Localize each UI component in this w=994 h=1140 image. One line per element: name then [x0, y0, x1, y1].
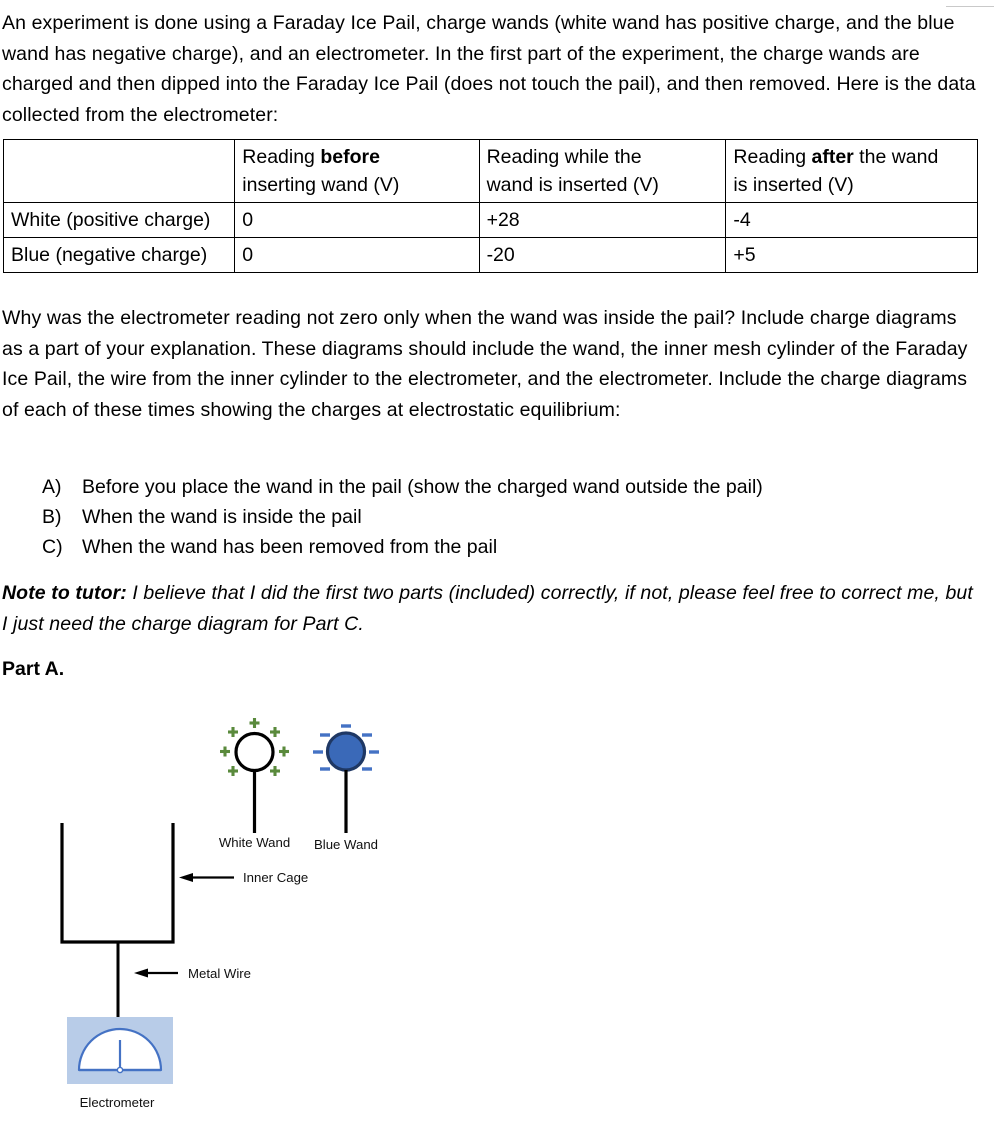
white-wand-bulb — [234, 731, 275, 773]
inner-cage-pail — [60, 823, 175, 944]
table-cell-row-label: White (positive charge) — [2, 202, 236, 238]
inner-cage-label: Inner Cage — [243, 870, 308, 885]
list-item-text: Before you place the wand in the pail (s… — [82, 476, 763, 498]
table-header-corner — [2, 139, 236, 203]
list-item-text: When the wand is inside the pail — [82, 506, 362, 528]
electrometer-needle-pivot — [116, 1066, 124, 1074]
note-to-tutor-text: I believe that I did the first two parts… — [2, 582, 973, 635]
note-to-tutor: Note to tutor: I believe that I did the … — [0, 578, 994, 639]
table-cell-during: -20 — [478, 237, 727, 273]
white-wand-group: White Wand — [219, 718, 290, 850]
table-row: White (positive charge) 0 +28 -4 — [2, 202, 978, 238]
parts-list: A) Before you place the wand in the pail… — [0, 472, 960, 562]
table-cell-after: +5 — [725, 237, 978, 273]
table-header-before-line2: inserting wand (V) — [242, 174, 400, 196]
inner-cage-arrow-head — [179, 873, 193, 882]
table-header-after-suffix: the wand — [853, 146, 939, 168]
table-header-after: Reading after the wand is inserted (V) — [725, 139, 978, 203]
list-item: C) When the wand has been removed from t… — [0, 532, 960, 562]
list-item: B) When the wand is inside the pail — [0, 502, 960, 532]
table-header-during: Reading while the wand is inserted (V) — [478, 139, 727, 203]
table-header-row: Reading before inserting wand (V) Readin… — [2, 139, 978, 203]
question-paragraph: Why was the electrometer reading not zer… — [2, 307, 968, 421]
table-header-after-line1: Reading after the wand — [733, 143, 970, 171]
inner-cage-callout: Inner Cage — [179, 870, 308, 885]
table-header-before: Reading before inserting wand (V) — [234, 139, 480, 203]
electrometer-readings-table: Reading before inserting wand (V) Readin… — [2, 139, 978, 273]
electrometer-group: Electrometer — [67, 1017, 173, 1110]
intro-paragraph: An experiment is done using a Faraday Ic… — [2, 12, 976, 126]
blue-wand-label: Blue Wand — [314, 837, 378, 852]
table-cell-row-label: Blue (negative charge) — [2, 237, 236, 273]
page-corner-rule — [946, 6, 994, 7]
table-row: Blue (negative charge) 0 -20 +5 — [2, 237, 978, 273]
part-a-heading: Part A. — [2, 658, 65, 680]
blue-wand-bulb — [325, 731, 367, 772]
table-cell-after: -4 — [725, 202, 978, 238]
table-header-after-prefix: Reading — [733, 146, 812, 168]
metal-wire-callout: Metal Wire — [134, 966, 251, 981]
list-item-marker: A) — [42, 476, 62, 498]
table-header-after-bold: after — [811, 146, 854, 168]
list-item-marker: C) — [42, 536, 63, 558]
table-header-after-line2: is inserted (V) — [733, 174, 854, 196]
list-item: A) Before you place the wand in the pail… — [0, 472, 960, 502]
metal-wire-label: Metal Wire — [188, 966, 251, 981]
blue-wand-group: Blue Wand — [313, 724, 379, 852]
metal-wire-arrow-head — [134, 968, 148, 978]
table-header-before-line1: Reading before — [242, 143, 471, 171]
document-page: An experiment is done using a Faraday Ic… — [0, 0, 994, 1140]
electrometer-label: Electrometer — [80, 1095, 155, 1110]
table-header-before-bold: before — [320, 146, 380, 168]
table-header-before-prefix: Reading — [242, 146, 321, 168]
table-cell-before: 0 — [234, 202, 480, 238]
table-cell-during: +28 — [478, 202, 727, 238]
list-item-text: When the wand has been removed from the … — [82, 536, 498, 558]
table-header-during-line1: Reading while the — [486, 146, 642, 168]
list-item-marker: B) — [42, 506, 62, 528]
faraday-ice-pail-diagram: White Wand Blue Wand Inner Cage Metal Wi… — [0, 690, 450, 1140]
note-to-tutor-label: Note to tutor: — [2, 582, 127, 604]
table-cell-before: 0 — [234, 237, 480, 273]
table-header-during-line2: wand is inserted (V) — [486, 174, 659, 196]
white-wand-label: White Wand — [219, 835, 290, 850]
